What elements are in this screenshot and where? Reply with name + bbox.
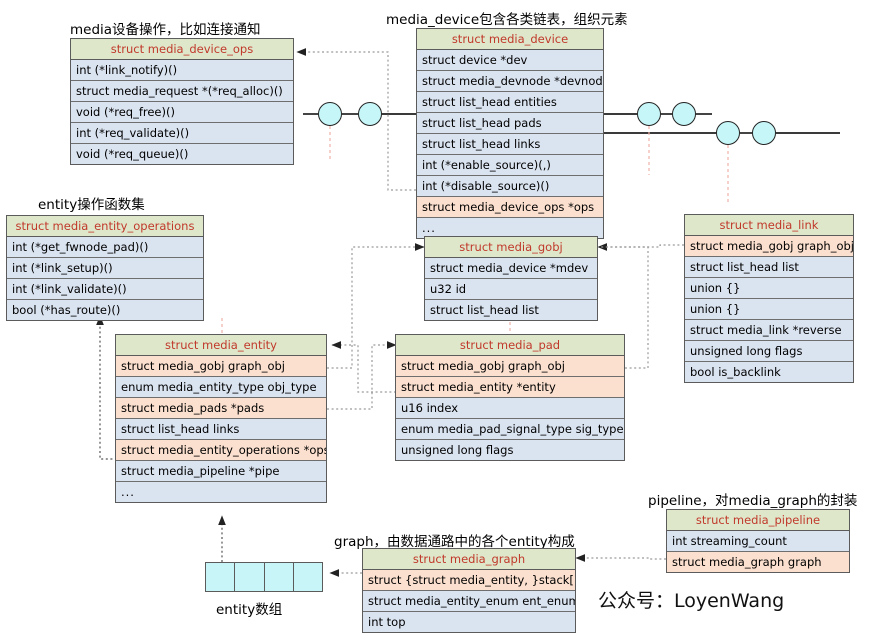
struct-field: union {} <box>685 278 853 299</box>
struct-header: struct media_device_ops <box>71 39 293 60</box>
annotation-entity-array: entity数组 <box>216 598 282 618</box>
struct-field: void (*req_queue)() <box>71 144 293 164</box>
struct-field: int (*link_validate)() <box>7 279 203 300</box>
struct-field: struct media_gobj graph_obj <box>685 236 853 257</box>
list-node-circle[interactable] <box>637 102 661 126</box>
struct-field: bool (*has_route)() <box>7 300 203 320</box>
entity-array-cell[interactable] <box>294 563 322 591</box>
struct-header: struct media_pad <box>396 335 624 356</box>
struct-field: int (*enable_source)(,) <box>417 155 603 176</box>
struct-field: int (*disable_source)() <box>417 176 603 197</box>
struct-field: int (*link_setup)() <box>7 258 203 279</box>
struct-field: struct media_entity_operations *ops <box>116 440 326 461</box>
entity-array-cell[interactable] <box>235 563 264 591</box>
struct-media-device-ops[interactable]: struct media_device_ops int (*link_notif… <box>70 38 294 165</box>
struct-field: struct list_head list <box>685 257 853 278</box>
struct-field: struct media_device_ops *ops <box>417 197 603 218</box>
struct-field: unsigned long flags <box>396 440 624 460</box>
list-node-circle[interactable] <box>716 121 740 145</box>
struct-field: struct {struct media_entity, }stack[] <box>363 570 575 591</box>
struct-field: struct media_entity_enum ent_enum <box>363 591 575 612</box>
struct-header: struct media_entity_operations <box>7 216 203 237</box>
struct-field: int (*get_fwnode_pad)() <box>7 237 203 258</box>
struct-field: bool is_backlink <box>685 362 853 382</box>
struct-header: struct media_link <box>685 215 853 236</box>
struct-field: struct list_head links <box>417 134 603 155</box>
struct-field: struct media_request *(*req_alloc)() <box>71 81 293 102</box>
struct-field: struct list_head pads <box>417 113 603 134</box>
struct-field: u32 id <box>425 279 597 300</box>
entity-array-cell[interactable] <box>206 563 235 591</box>
struct-field: struct list_head entities <box>417 92 603 113</box>
struct-field: struct device *dev <box>417 50 603 71</box>
struct-media-entity-operations[interactable]: struct media_entity_operations int (*get… <box>6 215 204 321</box>
struct-media-graph[interactable]: struct media_graph struct {struct media_… <box>362 548 576 633</box>
struct-media-pipeline[interactable]: struct media_pipeline int streaming_coun… <box>666 509 850 573</box>
struct-field: struct media_gobj graph_obj <box>116 356 326 377</box>
annotation-graph: graph，由数据通路中的各个entity构成 <box>334 530 575 550</box>
struct-field: struct media_gobj graph_obj <box>396 356 624 377</box>
struct-media-link[interactable]: struct media_link struct media_gobj grap… <box>684 214 854 383</box>
struct-field: ... <box>116 482 326 502</box>
watermark-text: 公众号：LoyenWang <box>598 586 784 613</box>
struct-header: struct media_pipeline <box>667 510 849 531</box>
struct-field: struct media_device *mdev <box>425 258 597 279</box>
annotation-media-device: media_device包含各类链表，组织元素 <box>386 8 628 28</box>
struct-field: struct media_link *reverse <box>685 320 853 341</box>
diagram-canvas: media设备操作，比如连接通知 media_device包含各类链表，组织元素… <box>0 0 876 625</box>
struct-field: enum media_entity_type obj_type <box>116 377 326 398</box>
struct-field: struct media_pipeline *pipe <box>116 461 326 482</box>
struct-field: u16 index <box>396 398 624 419</box>
struct-media-gobj[interactable]: struct media_gobj struct media_device *m… <box>424 236 598 321</box>
struct-header: struct media_graph <box>363 549 575 570</box>
struct-field: union {} <box>685 299 853 320</box>
annotation-entity-ops: entity操作函数集 <box>38 193 145 213</box>
list-node-circle[interactable] <box>358 102 382 126</box>
struct-media-entity[interactable]: struct media_entity struct media_gobj gr… <box>115 334 327 503</box>
annotation-device-ops: media设备操作，比如连接通知 <box>70 18 261 38</box>
list-node-circle[interactable] <box>672 102 696 126</box>
struct-field: int top <box>363 612 575 632</box>
entity-array-cell[interactable] <box>265 563 294 591</box>
struct-header: struct media_device <box>417 29 603 50</box>
struct-field: int (*link_notify)() <box>71 60 293 81</box>
struct-field: struct list_head list <box>425 300 597 320</box>
struct-header: struct media_entity <box>116 335 326 356</box>
struct-media-device[interactable]: struct media_device struct device *dev s… <box>416 28 604 239</box>
list-node-circle[interactable] <box>752 121 776 145</box>
struct-field: struct list_head links <box>116 419 326 440</box>
struct-field: enum media_pad_signal_type sig_type <box>396 419 624 440</box>
struct-field: void (*req_free)() <box>71 102 293 123</box>
struct-field: struct media_devnode *devnode <box>417 71 603 92</box>
struct-field: unsigned long flags <box>685 341 853 362</box>
struct-field: int streaming_count <box>667 531 849 552</box>
list-node-circle[interactable] <box>318 102 342 126</box>
struct-field: struct media_pads *pads <box>116 398 326 419</box>
struct-header: struct media_gobj <box>425 237 597 258</box>
annotation-pipeline: pipeline，对media_graph的封装 <box>648 489 857 509</box>
struct-field: int (*req_validate)() <box>71 123 293 144</box>
struct-media-pad[interactable]: struct media_pad struct media_gobj graph… <box>395 334 625 461</box>
struct-field: struct media_entity *entity <box>396 377 624 398</box>
entity-array[interactable] <box>205 562 323 592</box>
struct-field: struct media_graph graph <box>667 552 849 572</box>
struct-field: ... <box>417 218 603 238</box>
